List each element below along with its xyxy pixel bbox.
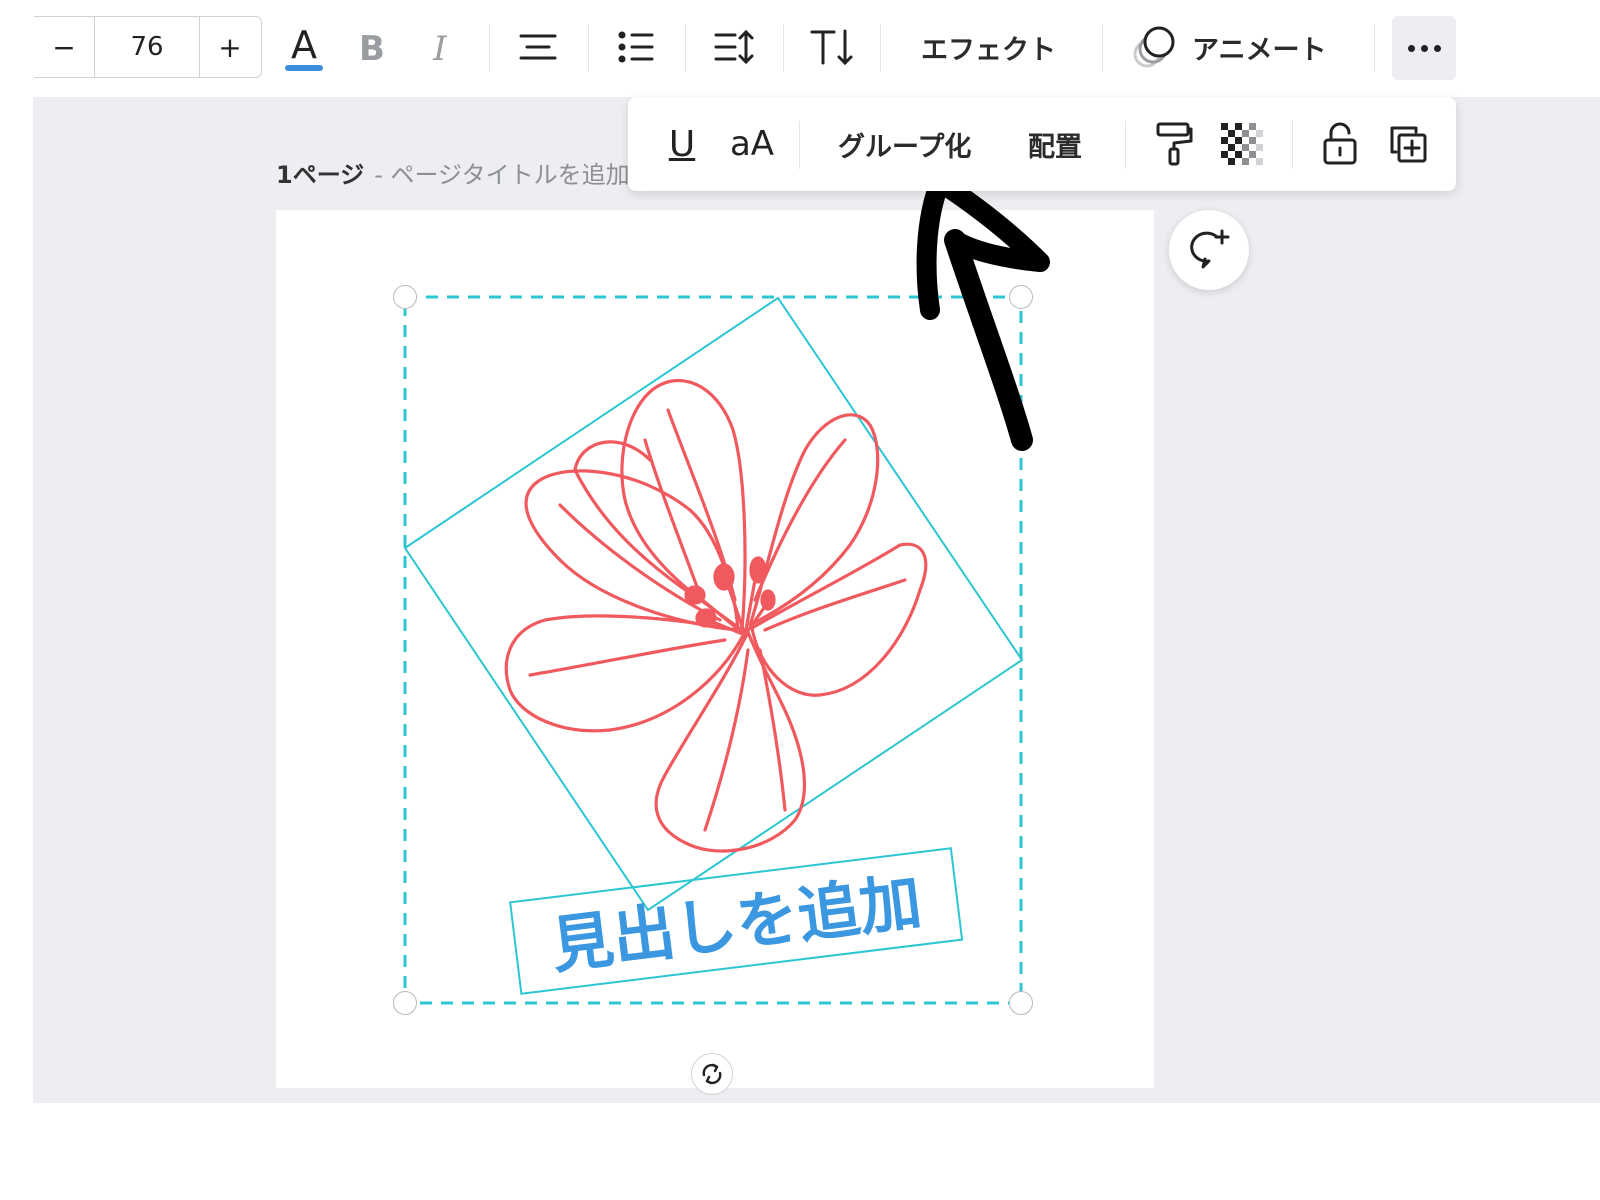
lock-icon[interactable] — [1320, 117, 1360, 171]
svg-text:B: B — [359, 29, 385, 67]
font-size-stepper: − + — [34, 16, 262, 78]
animate-icon[interactable] — [1130, 18, 1178, 76]
group-label: グループ化 — [838, 131, 972, 163]
comment-plus-icon — [1190, 229, 1230, 269]
rotate-icon — [702, 1063, 722, 1085]
design-page[interactable] — [276, 210, 1154, 1088]
page-number-label: 1ページ — [276, 160, 365, 189]
text-toolbar: − + A B I — [0, 0, 1600, 97]
bold-icon[interactable]: B — [352, 18, 392, 76]
resize-handle-top-left[interactable] — [393, 285, 417, 309]
underline-label: U — [668, 123, 696, 165]
transparency-icon[interactable] — [1220, 117, 1264, 171]
font-size-input[interactable] — [94, 17, 200, 77]
letter-case-label: aA — [729, 124, 775, 164]
letter-case-button[interactable]: aA — [724, 117, 780, 171]
resize-handle-bottom-left[interactable] — [393, 991, 417, 1015]
align-center-icon[interactable] — [515, 18, 561, 76]
resize-handle-bottom-right[interactable] — [1009, 991, 1033, 1015]
list-icon[interactable] — [613, 18, 659, 76]
add-comment-button[interactable] — [1169, 210, 1249, 290]
underline-button[interactable]: U — [662, 117, 702, 171]
italic-icon[interactable]: I — [420, 18, 460, 76]
paint-roller-icon[interactable] — [1152, 117, 1196, 171]
svg-text:A: A — [291, 23, 317, 67]
text-color-icon[interactable]: A — [280, 18, 328, 76]
rotate-handle[interactable] — [691, 1053, 733, 1095]
resize-handle-top-right[interactable] — [1009, 285, 1033, 309]
more-icon[interactable] — [1392, 16, 1456, 80]
effects-button[interactable]: エフェクト — [921, 24, 1056, 70]
increase-font-size-button[interactable]: + — [200, 17, 260, 77]
decrease-font-size-button[interactable]: − — [34, 17, 94, 77]
floating-toolbar: U aA グループ化 配置 — [628, 97, 1456, 191]
line-spacing-icon[interactable] — [710, 18, 758, 76]
arrange-label: 配置 — [1028, 131, 1082, 163]
animate-button[interactable]: アニメート — [1192, 24, 1326, 70]
group-button[interactable]: グループ化 — [838, 117, 971, 171]
text-direction-icon[interactable] — [807, 18, 857, 76]
page-title-placeholder[interactable]: - ページタイトルを追加 — [374, 155, 628, 190]
duplicate-icon[interactable] — [1387, 117, 1429, 171]
arrange-button[interactable]: 配置 — [1028, 117, 1082, 171]
page-title[interactable]: 1ページ - ページタイトルを追加 — [276, 152, 628, 192]
svg-text:I: I — [432, 29, 447, 67]
